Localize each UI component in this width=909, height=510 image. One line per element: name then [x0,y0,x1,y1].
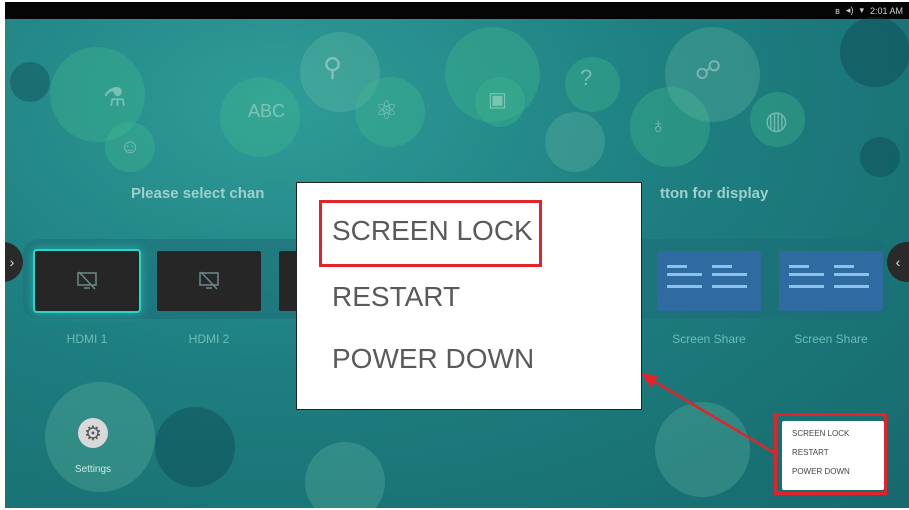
screen-lock-highlight-box [319,200,542,267]
zoomed-item-restart: RESTART [332,281,461,312]
zoomed-item-power-down: POWER DOWN [332,343,535,374]
